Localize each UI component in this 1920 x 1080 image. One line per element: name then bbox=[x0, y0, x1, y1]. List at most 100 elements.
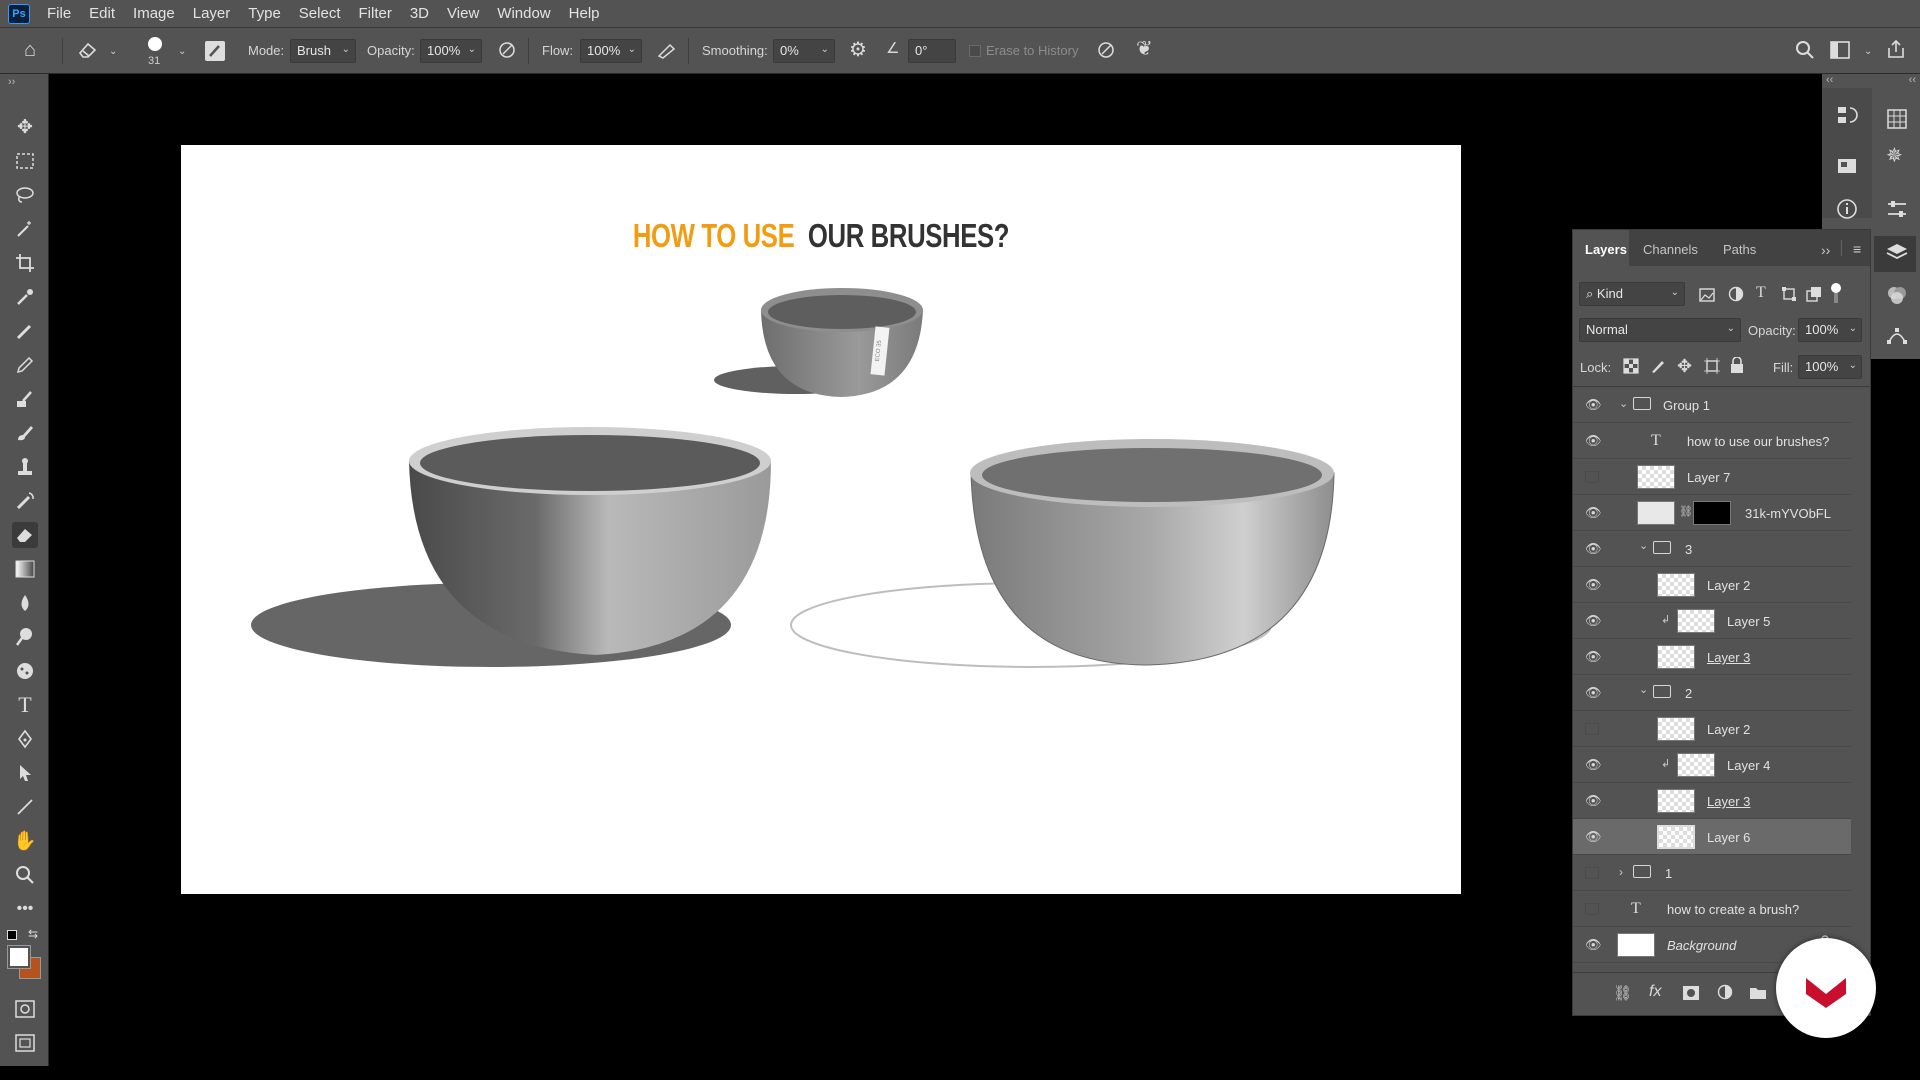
foreground-color-swatch[interactable] bbox=[7, 945, 31, 969]
layer-row-smart-object[interactable]: 👁 ⛓ 31k-mYVObFL bbox=[1573, 495, 1851, 531]
visibility-eye-icon[interactable]: 👁 bbox=[1585, 613, 1602, 628]
filter-shape-icon[interactable] bbox=[1781, 286, 1797, 305]
brush-settings-icon[interactable] bbox=[205, 41, 225, 61]
pressure-opacity-icon[interactable] bbox=[497, 40, 517, 63]
layer-opacity-input[interactable]: 100% ⌄ bbox=[1798, 318, 1862, 342]
tab-channels[interactable]: Channels bbox=[1643, 242, 1698, 257]
adjustments-panel-icon[interactable] bbox=[1886, 198, 1908, 223]
stamp-tool-icon[interactable] bbox=[12, 454, 38, 480]
dodge-tool-icon[interactable] bbox=[12, 624, 38, 650]
link-layers-icon[interactable]: ⛓ bbox=[1613, 986, 1632, 1001]
new-group-icon[interactable] bbox=[1749, 985, 1767, 1003]
mask-thumbnail[interactable] bbox=[1693, 501, 1731, 525]
visibility-eye-icon[interactable]: 👁 bbox=[1585, 793, 1602, 808]
flow-input[interactable]: 100% ⌄ bbox=[580, 39, 642, 63]
layer-row-layer-3[interactable]: 👁 Layer 3 bbox=[1573, 639, 1851, 675]
navigator-panel-icon[interactable]: ✵ bbox=[1886, 146, 1903, 166]
opacity-input[interactable]: 100% ⌄ bbox=[420, 39, 482, 63]
panel-menu-icon[interactable]: ≡ bbox=[1853, 241, 1861, 257]
lasso-tool-icon[interactable] bbox=[12, 182, 38, 208]
layer-row-layer-7[interactable]: Layer 7 bbox=[1573, 459, 1851, 495]
filter-smart-object-icon[interactable] bbox=[1806, 286, 1822, 305]
visibility-eye-icon[interactable]: 👁 bbox=[1585, 505, 1602, 520]
collapse-icon[interactable]: ‹‹ bbox=[1909, 74, 1916, 86]
line-tool-icon[interactable] bbox=[12, 794, 38, 820]
layer-row-layer-6[interactable]: 👁 Layer 6 bbox=[1573, 819, 1851, 855]
pen-tool-icon[interactable] bbox=[12, 726, 38, 752]
hand-tool-icon[interactable]: ✋ bbox=[12, 828, 38, 854]
visibility-eye-icon[interactable]: 👁 bbox=[1585, 541, 1602, 556]
menu-layer[interactable]: Layer bbox=[184, 5, 240, 22]
type-tool-icon[interactable]: T bbox=[12, 692, 38, 718]
add-mask-icon[interactable] bbox=[1683, 985, 1699, 1003]
properties-panel-icon[interactable] bbox=[1836, 156, 1858, 181]
chevron-down-icon[interactable]: ⌄ bbox=[1619, 397, 1628, 410]
path-selection-tool-icon[interactable] bbox=[12, 760, 38, 786]
quick-mask-icon[interactable] bbox=[12, 996, 38, 1022]
filter-kind-select[interactable]: ⌕ Kind ⌄ bbox=[1579, 282, 1685, 306]
fx-icon[interactable]: fx bbox=[1649, 984, 1661, 1000]
brush-tool-icon[interactable] bbox=[12, 420, 38, 446]
link-icon[interactable]: ⛓ bbox=[1679, 505, 1693, 518]
lock-artboard-icon[interactable] bbox=[1704, 358, 1720, 377]
visibility-toggle[interactable] bbox=[1585, 471, 1599, 483]
clone-stamp-tool-icon[interactable] bbox=[12, 386, 38, 412]
visibility-eye-icon[interactable]: 👁 bbox=[1585, 397, 1602, 412]
brush-preset-icon[interactable] bbox=[148, 37, 162, 51]
filter-pixel-icon[interactable] bbox=[1699, 287, 1715, 305]
layer-row-group-3[interactable]: 👁 ⌄ 3 bbox=[1573, 531, 1851, 567]
default-colors-icon[interactable] bbox=[7, 930, 17, 940]
lock-all-icon[interactable] bbox=[1730, 356, 1744, 376]
paths-panel-icon[interactable] bbox=[1886, 324, 1908, 349]
layer-row-text[interactable]: 👁 T how to use our brushes? bbox=[1573, 423, 1851, 459]
airbrush-icon[interactable] bbox=[656, 40, 678, 63]
visibility-eye-icon[interactable]: 👁 bbox=[1585, 937, 1602, 952]
menu-file[interactable]: File bbox=[38, 5, 80, 22]
search-icon[interactable] bbox=[1795, 40, 1815, 63]
pressure-size-icon[interactable] bbox=[1096, 40, 1116, 63]
crop-tool-icon[interactable] bbox=[12, 250, 38, 276]
layer-row-layer-2[interactable]: 👁 Layer 2 bbox=[1573, 567, 1851, 603]
menu-image[interactable]: Image bbox=[124, 5, 184, 22]
visibility-eye-icon[interactable]: 👁 bbox=[1585, 829, 1602, 844]
document-canvas[interactable]: HOW TO USE OUR BRUSHES? ECO 35 bbox=[181, 145, 1461, 894]
sponge-tool-icon[interactable] bbox=[12, 658, 38, 684]
visibility-eye-icon[interactable]: 👁 bbox=[1585, 757, 1602, 772]
layer-row-group-2[interactable]: 👁 ⌄ 2 bbox=[1573, 675, 1851, 711]
swatches-panel-icon[interactable] bbox=[1886, 108, 1908, 133]
chevron-down-icon[interactable]: ⌄ bbox=[109, 46, 117, 57]
screen-mode-icon[interactable] bbox=[12, 1030, 38, 1056]
layer-row-layer-5[interactable]: 👁 ↲ Layer 5 bbox=[1573, 603, 1851, 639]
channels-panel-icon[interactable] bbox=[1886, 284, 1908, 309]
blur-tool-icon[interactable] bbox=[12, 590, 38, 616]
panel-collapse-icon[interactable]: ›› bbox=[1821, 242, 1830, 258]
butterfly-symmetry-icon[interactable]: ❦ bbox=[1136, 39, 1153, 59]
eyedropper-tool-icon[interactable] bbox=[12, 284, 38, 310]
workspace-icon[interactable] bbox=[1830, 41, 1850, 62]
angle-input[interactable]: 0° bbox=[908, 39, 956, 63]
pencil-tool-icon[interactable] bbox=[12, 352, 38, 378]
tab-layers[interactable]: Layers bbox=[1585, 242, 1627, 257]
healing-brush-tool-icon[interactable] bbox=[12, 318, 38, 344]
chevron-down-icon[interactable]: ⌄ bbox=[1639, 539, 1648, 552]
expand-icon[interactable]: ›› bbox=[8, 76, 15, 88]
menu-filter[interactable]: Filter bbox=[350, 5, 401, 22]
visibility-eye-icon[interactable]: 👁 bbox=[1585, 577, 1602, 592]
visibility-toggle[interactable] bbox=[1585, 903, 1599, 915]
move-tool-icon[interactable]: ✥ bbox=[12, 114, 38, 140]
layer-row-group-1[interactable]: 👁 ⌄ Group 1 bbox=[1573, 387, 1851, 423]
layer-row-group-1-collapsed[interactable]: › 1 bbox=[1573, 855, 1851, 891]
history-panel-icon[interactable] bbox=[1836, 104, 1858, 129]
menu-edit[interactable]: Edit bbox=[80, 5, 124, 22]
menu-type[interactable]: Type bbox=[239, 5, 290, 22]
visibility-toggle[interactable] bbox=[1585, 723, 1599, 735]
marquee-tool-icon[interactable] bbox=[12, 148, 38, 174]
filter-type-icon[interactable]: T bbox=[1756, 285, 1766, 301]
lock-pixels-icon[interactable] bbox=[1650, 358, 1666, 377]
menu-select[interactable]: Select bbox=[290, 5, 350, 22]
erase-history-checkbox[interactable] bbox=[969, 45, 981, 57]
eraser-tool-icon[interactable] bbox=[78, 41, 98, 62]
layer-row-layer-4[interactable]: 👁 ↲ Layer 4 bbox=[1573, 747, 1851, 783]
visibility-toggle[interactable] bbox=[1585, 867, 1599, 879]
share-icon[interactable] bbox=[1886, 39, 1906, 62]
